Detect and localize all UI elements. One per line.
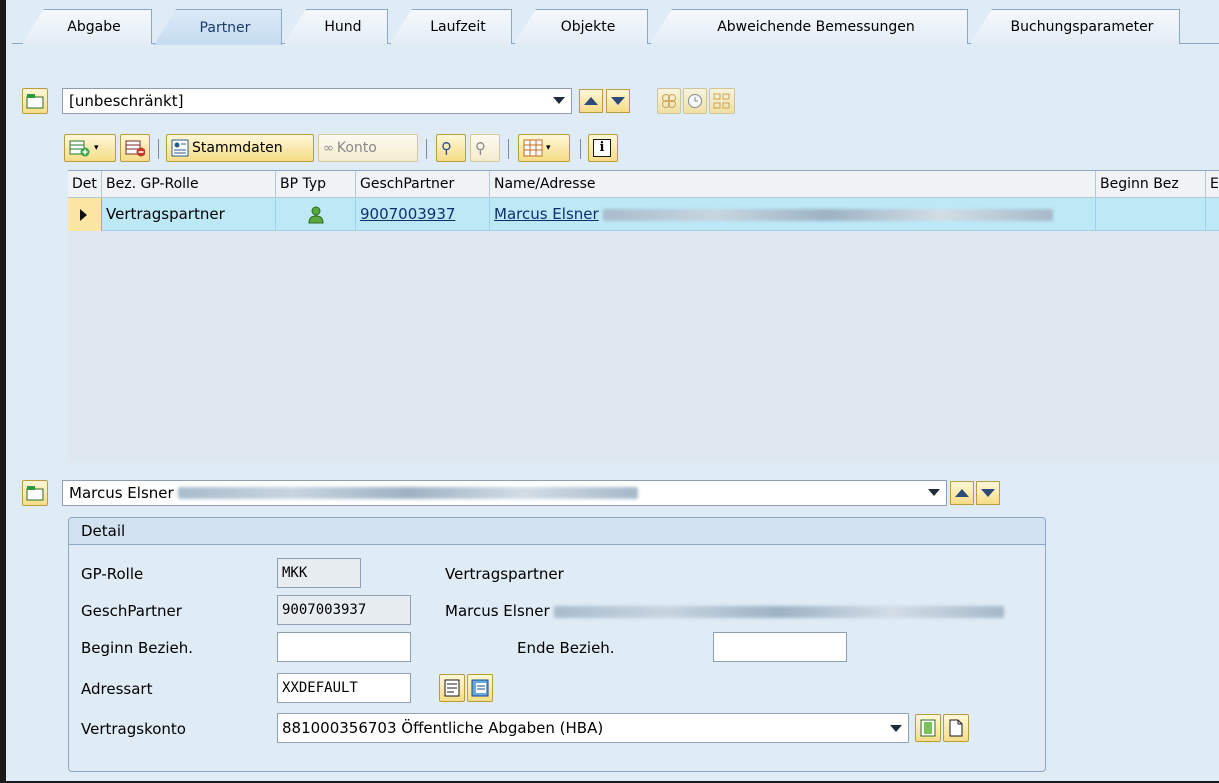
find-next-button[interactable]: ⚲ [470,134,500,162]
col-e[interactable]: E [1206,171,1219,198]
vk-label: Vertragskonto [81,720,186,738]
col-partner[interactable]: GeschPartner [356,171,490,198]
new-document-icon [949,719,963,737]
tab-partner[interactable]: Partner [154,9,282,45]
toolbar-separator [426,139,427,159]
tab-objekte[interactable]: Objekte [514,9,648,44]
column-icon [920,719,936,737]
address-book-button[interactable] [467,674,493,702]
cell-name-link[interactable]: Marcus Elsner [490,198,1096,231]
tab-abweichende-bemessungen[interactable]: Abweichende Bemessungen [650,9,968,44]
konto-button[interactable]: ∞ Konto [318,134,418,162]
gp-rolle-label: GP-Rolle [81,565,144,583]
cell-role: Vertragspartner [102,198,276,231]
info-icon: i [593,139,611,157]
vk-create-button[interactable] [943,714,969,742]
chevron-down-icon [553,97,565,104]
beginn-field[interactable] [277,632,411,662]
filter-select[interactable]: [unbeschränkt] [62,88,572,114]
beginn-label: Beginn Bezieh. [81,639,194,657]
partner-label: GeschPartner [81,602,182,620]
gp-rolle-field: MKK [277,558,361,588]
layout-icon [523,139,543,157]
tab-laufzeit[interactable]: Laufzeit [390,9,512,44]
move-down-button[interactable] [606,89,630,113]
cell-beginn [1096,198,1206,231]
cell-e [1206,198,1219,231]
chevron-down-icon [928,489,940,496]
address-book-icon [471,679,489,697]
document-lines-icon [444,679,460,697]
row-pointer-icon [80,208,87,221]
move-up-button[interactable] [579,89,603,113]
toolbar-separator [580,139,581,159]
binoculars-plus-icon: ⚲ [475,139,486,157]
insert-row-button[interactable]: ▾ [64,134,116,162]
dropdown-arrow-icon: ▾ [546,143,551,153]
tab-hund[interactable]: Hund [284,9,388,44]
master-data-icon [171,139,189,157]
adressart-label: Adressart [81,680,153,698]
detail-up-button[interactable] [950,481,974,505]
tab-buchungsparameter[interactable]: Buchungsparameter [970,9,1180,44]
partner-field: 9007003937 [277,595,411,625]
tab-abgabe[interactable]: Abgabe [22,9,152,44]
redacted-address [554,605,1005,618]
group-icon[interactable] [657,88,681,114]
arrow-down-icon [611,97,625,105]
vk-display-button[interactable] [915,714,941,742]
layout-button[interactable]: ▾ [518,134,570,162]
toolbar-separator [158,139,159,159]
redacted-address [178,487,639,499]
folder-icon [26,486,44,501]
delete-row-icon [125,140,145,157]
vk-select[interactable]: 881000356703 Öffentliche Abgaben (HBA) [277,713,909,743]
arrow-up-icon [584,97,598,105]
table-row[interactable]: Vertragspartner 9007003937 Marcus Elsner [68,198,1219,231]
structure-icon[interactable] [709,88,735,114]
toolbar-separator [508,139,509,159]
address-detail-button[interactable] [439,674,465,702]
window-frame: Abgabe Partner Hund Laufzeit Objekte Abw… [0,0,1219,783]
detail-title: Detail [69,518,1045,545]
person-icon [307,206,324,223]
partner-grid: Det Bez. GP-Rolle BP Typ GeschPartner Na… [68,170,1219,463]
cell-partner-link[interactable]: 9007003937 [356,198,490,231]
expand-toggle-icon[interactable] [22,88,48,114]
ende-field[interactable] [713,632,847,662]
detail-panel: Detail GP-Rolle MKK Vertragspartner Gesc… [68,517,1046,772]
row-selector[interactable] [68,198,102,231]
cell-bp-typ [276,198,356,231]
col-beginn[interactable]: Beginn Bez [1096,171,1206,198]
stammdaten-button[interactable]: Stammdaten [166,134,314,162]
insert-row-icon [69,140,90,157]
arrow-up-icon [955,489,969,497]
col-bp-typ[interactable]: BP Typ [276,171,356,198]
chevron-down-icon [890,725,902,732]
redacted-address [603,208,1054,221]
col-role[interactable]: Bez. GP-Rolle [102,171,276,198]
dropdown-arrow-icon: ▾ [94,143,99,153]
detail-down-button[interactable] [976,481,1000,505]
tab-bar: Abgabe Partner Hund Laufzeit Objekte Abw… [12,0,1219,45]
col-name[interactable]: Name/Adresse [490,171,1096,198]
delete-row-button[interactable] [120,134,150,162]
arrow-down-icon [981,489,995,497]
gp-rolle-text: Vertragspartner [445,565,564,583]
ende-label: Ende Bezieh. [517,639,615,657]
find-button[interactable]: ⚲ [436,134,466,162]
folder-icon [26,94,44,109]
col-det[interactable]: Det [68,171,102,198]
info-button[interactable]: i [588,134,618,162]
partner-select[interactable]: Marcus Elsner [62,480,947,506]
chain-icon: ∞ [323,140,334,156]
grid-header: Det Bez. GP-Rolle BP Typ GeschPartner Na… [68,171,1219,198]
clock-icon[interactable] [683,88,707,114]
binoculars-icon: ⚲ [441,139,452,157]
partner-text: Marcus Elsner [445,602,1005,620]
adressart-field[interactable]: XXDEFAULT [277,673,411,703]
detail-toggle-icon[interactable] [22,480,48,506]
